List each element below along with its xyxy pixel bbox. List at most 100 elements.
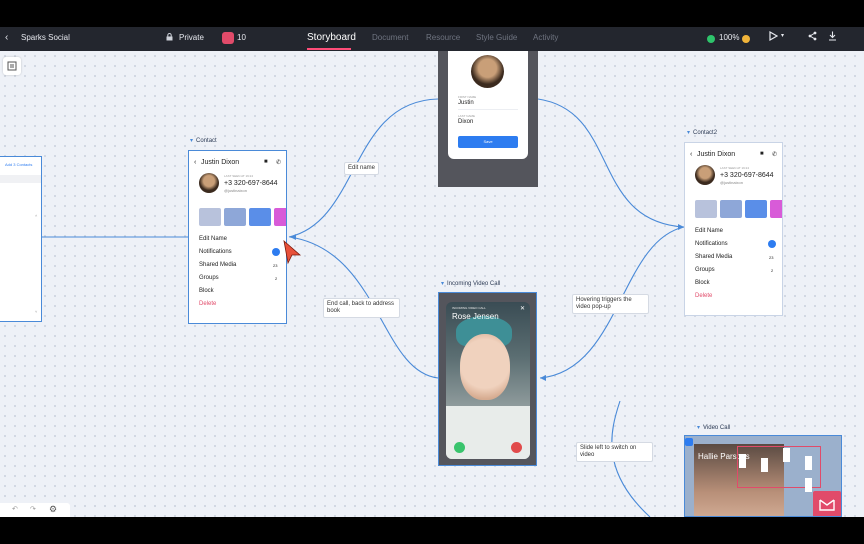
action-tile[interactable] [199,208,221,226]
share-icon[interactable] [808,31,817,43]
groups-count: 2 [771,268,774,273]
close-icon[interactable]: ✕ [520,305,525,312]
handle: @justinaixon [720,180,743,185]
redo-icon[interactable]: ↷ [30,505,36,513]
tab-storyboard[interactable]: Storyboard [307,32,356,43]
action-tile[interactable] [745,200,767,218]
accept-call-icon[interactable] [454,442,465,453]
phone-icon[interactable]: ✆ [276,159,281,166]
overlay-block [783,448,790,462]
overlay-block [805,478,812,492]
download-icon[interactable] [828,31,837,43]
user-avatar-icon[interactable] [742,35,750,43]
handle: @justinaixon [224,188,247,193]
partial-screen-frame[interactable]: Add 3 Contacts ˄ ˅ [0,156,42,322]
overlay-block [805,456,812,470]
edit-name-frame[interactable]: FIRST NAME Justin LAST NAME Dixon Save [438,51,538,187]
phone-icon[interactable]: ✆ [772,151,777,158]
tab-document[interactable]: Document [372,33,408,42]
app-logo-icon[interactable] [813,491,841,516]
video-call-icon[interactable]: ■ [760,151,764,157]
chevron-down-icon[interactable]: ˅ [35,309,37,314]
flow-label-slide-video[interactable]: Slide left to switch on video [576,442,653,462]
shared-media-count: 23 [769,255,774,260]
storyboard-canvas[interactable]: Add 3 Contacts ˄ ˅ ▾ Contact ‹ Justin Dix… [0,51,864,517]
project-title[interactable]: Sparks Social [21,33,70,42]
block-row[interactable]: Block [199,288,214,294]
comments-icon[interactable] [222,32,234,44]
comment-count[interactable]: 10 [237,33,246,42]
bottom-toolbar: ↶ ↷ ⚙ [0,503,70,517]
save-button[interactable]: Save [458,136,518,148]
tab-activity[interactable]: Activity [533,33,558,42]
add-contacts-link[interactable]: Add 3 Contacts [5,162,32,167]
gear-icon[interactable]: ⚙ [49,504,57,515]
block-row[interactable]: Block [695,280,710,286]
undo-icon[interactable]: ↶ [12,505,18,513]
checkbox-checked-icon[interactable] [768,240,776,248]
action-tile[interactable] [770,200,782,218]
avatar [471,55,504,88]
edit-name-row[interactable]: Edit Name [695,228,723,234]
caller-video: INCOMING VIDEO CALL Rose Jensen ✕ [446,302,530,459]
action-tile[interactable] [720,200,742,218]
active-tab-indicator [307,48,351,50]
cursor-icon [283,239,302,265]
frame-title-video-call: ▾ Video Call [697,425,731,431]
action-tile[interactable] [695,200,717,218]
play-icon[interactable] [769,30,779,43]
tab-style-guide[interactable]: Style Guide [476,33,517,42]
last-seen-text: LAST SEEN AT 19:24 [224,174,254,178]
avatar [199,173,219,193]
flow-label-hover-popup[interactable]: Hovering triggers the video pop-up [572,294,649,314]
frame-title-incoming-call: ▾ Incoming Video Call [441,281,501,287]
edit-name-row[interactable]: Edit Name [199,236,227,242]
video-call-icon[interactable]: ■ [264,159,268,165]
letterbox-bottom [0,517,864,544]
decline-call-icon[interactable] [511,442,522,453]
incoming-call-frame[interactable]: INCOMING VIDEO CALL Rose Jensen ✕ [438,292,537,466]
first-name-field[interactable]: Justin [458,100,474,106]
home-icon[interactable] [685,438,693,446]
overlay-block [761,458,768,472]
top-toolbar: ‹ Sparks Social Private 10 Storyboard Do… [0,27,864,51]
shared-media-count: 23 [273,263,278,268]
overlay-block [739,454,746,468]
groups-row[interactable]: Groups [199,275,219,281]
tab-resource[interactable]: Resource [426,33,460,42]
phone-number: +3 320-697-8644 [720,172,774,179]
edit-name-screen: FIRST NAME Justin LAST NAME Dixon Save [448,51,528,159]
last-name-field[interactable]: Dixon [458,119,473,125]
privacy-label[interactable]: Private [179,33,204,42]
action-tile[interactable] [224,208,246,226]
zoom-level[interactable]: 100% [719,33,739,42]
video-call-frame[interactable]: Hallie Parsons [684,435,842,517]
flow-label-end-call[interactable]: End call, back to address book [323,298,400,318]
back-chevron-icon[interactable]: ‹ [690,151,692,158]
call-status: INCOMING VIDEO CALL [452,306,486,310]
notifications-row[interactable]: Notifications [199,249,232,255]
shared-media-row[interactable]: Shared Media [199,262,236,268]
back-icon[interactable]: ‹ [5,32,8,43]
flow-label-edit-name[interactable]: Edit name [344,162,380,175]
chevron-up-icon[interactable]: ˄ [35,213,37,218]
back-chevron-icon[interactable]: ‹ [194,159,196,166]
contact2-frame[interactable]: ‹ Justin Dixon ■ ✆ LAST SEEN AT 19:24 +3… [684,142,783,316]
divider [458,109,518,110]
play-options-chevron-icon[interactable]: ▾ [781,32,784,39]
frame-title-contact: ▾ Contact [190,138,217,144]
search-bar[interactable] [0,175,41,183]
delete-row[interactable]: Delete [199,301,216,307]
shared-media-row[interactable]: Shared Media [695,254,732,260]
action-tile[interactable] [274,208,286,226]
groups-row[interactable]: Groups [695,267,715,273]
caller-name: Rose Jensen [452,312,499,321]
caller-face [460,334,510,400]
action-tile[interactable] [249,208,271,226]
checkbox-checked-icon[interactable] [272,248,280,256]
last-name-label: LAST NAME [458,114,475,118]
notifications-row[interactable]: Notifications [695,241,728,247]
first-name-label: FIRST NAME [458,95,477,99]
delete-row[interactable]: Delete [695,293,712,299]
contact-frame[interactable]: ‹ Justin Dixon ■ ✆ LAST SEEN AT 19:24 +3… [188,150,287,324]
